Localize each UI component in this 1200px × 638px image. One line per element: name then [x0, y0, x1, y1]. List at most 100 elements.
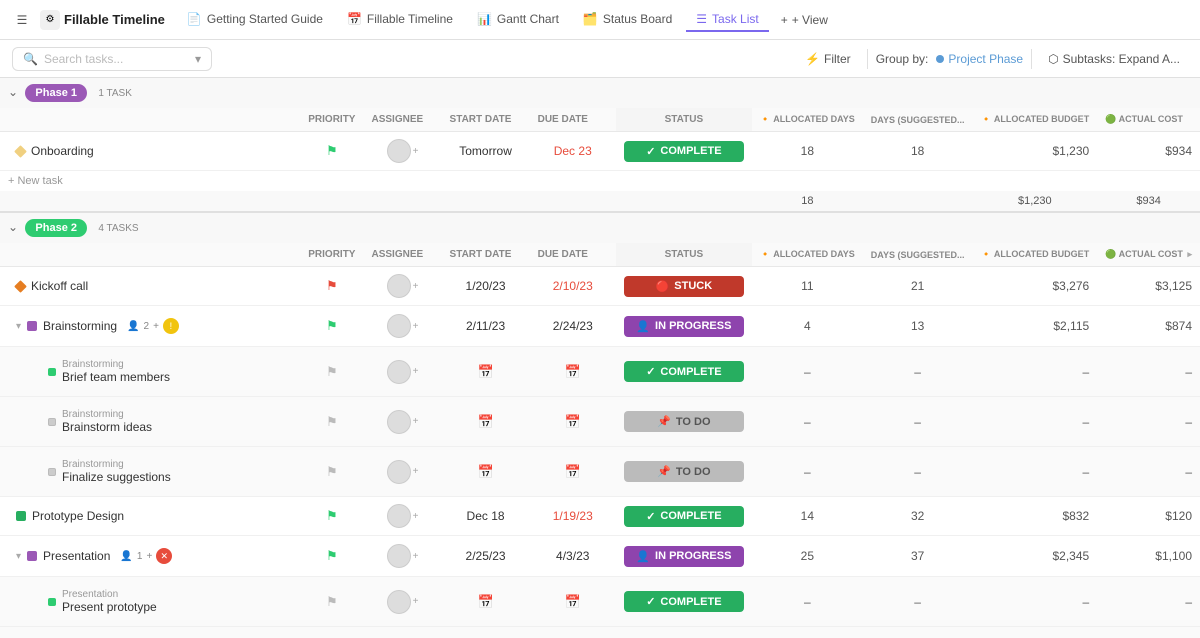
assignee-cell[interactable]: + — [363, 397, 441, 447]
status-cell[interactable]: ✓ COMPLETE — [616, 627, 752, 638]
assignee-cell[interactable]: + — [363, 447, 441, 497]
priority-cell[interactable]: ⚑ — [300, 577, 363, 627]
search-dropdown-icon[interactable]: ▾ — [195, 52, 201, 66]
col-allocated-budget: 🔸 ALLOCATED BUDGET — [972, 108, 1097, 132]
status-cell[interactable]: 📌 TO DO — [616, 397, 752, 447]
assignee-cell[interactable]: + — [363, 306, 441, 347]
due-date-cell[interactable]: 2/10/23 — [530, 267, 616, 306]
priority-flag: ⚑ — [326, 364, 338, 379]
tab-status-board[interactable]: 🗂️ Status Board — [573, 8, 682, 32]
search-box[interactable]: 🔍 Search tasks... ▾ — [12, 47, 212, 71]
add-assignee[interactable]: + — [413, 281, 419, 292]
tab-fillable-timeline[interactable]: 📅 Fillable Timeline — [337, 8, 463, 32]
task-dot — [48, 368, 56, 376]
add-assignee[interactable]: + — [413, 366, 419, 377]
priority-flag: ⚑ — [326, 318, 338, 333]
status-cell[interactable]: 🔴 STUCK — [616, 267, 752, 306]
assignee-cell[interactable]: + — [363, 132, 441, 171]
phase1-summary-cost: $934 — [1097, 191, 1200, 212]
due-date-cell[interactable]: 📅 — [530, 627, 616, 638]
start-date-cell[interactable]: 📅 — [442, 347, 530, 397]
due-date-cell[interactable]: 📅 — [530, 447, 616, 497]
status-icon: ✓ — [646, 365, 655, 378]
add-view-button[interactable]: + + View — [773, 9, 836, 31]
task-dot — [48, 598, 56, 606]
due-date-cell[interactable]: 📅 — [530, 397, 616, 447]
status-cell[interactable]: 👤 IN PROGRESS — [616, 536, 752, 577]
priority-cell[interactable]: ⚑ — [300, 447, 363, 497]
due-date-cell[interactable]: 2/24/23 — [530, 306, 616, 347]
due-date-cell[interactable]: 📅 — [530, 347, 616, 397]
assignee-cell[interactable]: + — [363, 536, 441, 577]
phase2-group: ⌄ Phase 2 4 TASKS PRIORITY ASSIGNEE STAR… — [0, 212, 1200, 638]
status-cell[interactable]: 📌 TO DO — [616, 447, 752, 497]
status-cell[interactable]: ✓ COMPLETE — [616, 347, 752, 397]
add-assignee[interactable]: + — [413, 511, 419, 522]
priority-cell[interactable]: ⚑ — [300, 347, 363, 397]
add-assignee[interactable]: + — [413, 321, 419, 332]
start-date-cell[interactable]: 📅 — [442, 577, 530, 627]
new-task-row[interactable]: + New task — [0, 171, 1200, 192]
avatar — [387, 504, 411, 528]
start-date-cell[interactable]: Tomorrow — [442, 132, 530, 171]
due-date-cell[interactable]: Dec 23 — [530, 132, 616, 171]
tab-getting-started[interactable]: 📄 Getting Started Guide — [177, 8, 333, 32]
task-name-cell: Onboarding — [0, 132, 300, 171]
priority-cell[interactable]: ⚑ — [300, 132, 363, 171]
priority-cell[interactable]: ⚑ — [300, 627, 363, 638]
phase1-summary-days: 18 — [752, 191, 863, 212]
col-cost2: 🟢 ACTUAL COST ▸ — [1097, 243, 1200, 267]
assignee-cell[interactable]: + — [363, 497, 441, 536]
assignee-cell[interactable]: + — [363, 347, 441, 397]
due-date-cell[interactable]: 1/19/23 — [530, 497, 616, 536]
priority-cell[interactable]: ⚑ — [300, 267, 363, 306]
phase1-header-cell: ⌄ Phase 1 1 TASK — [0, 78, 1200, 108]
priority-cell[interactable]: ⚑ — [300, 497, 363, 536]
assignee-cell[interactable]: + — [363, 577, 441, 627]
phase1-expand[interactable]: ⌄ — [8, 85, 18, 99]
days-suggested-cell: 18 — [863, 132, 973, 171]
due-date-cell[interactable]: 4/3/23 — [530, 536, 616, 577]
tab-task-list[interactable]: ☰ Task List — [686, 8, 768, 32]
priority-cell[interactable]: ⚑ — [300, 397, 363, 447]
task-name: Prototype Design — [32, 509, 124, 523]
add-assignee[interactable]: + — [413, 596, 419, 607]
phase2-expand[interactable]: ⌄ — [8, 220, 18, 234]
add-assignee[interactable]: + — [413, 551, 419, 562]
status-cell[interactable]: ✓ COMPLETE — [616, 577, 752, 627]
status-icon: 📌 — [657, 465, 671, 478]
start-date-cell[interactable]: 📅 — [442, 447, 530, 497]
assignee-cell[interactable]: + — [363, 267, 441, 306]
task-name: Presentation — [43, 549, 110, 563]
new-task-label[interactable]: + New task — [0, 171, 1200, 192]
col-priority2: PRIORITY — [300, 243, 363, 267]
menu-button[interactable]: ☰ — [8, 6, 36, 34]
start-date-cell[interactable]: 1/20/23 — [442, 267, 530, 306]
priority-flag: ⚑ — [326, 594, 338, 609]
group-by-value[interactable]: Project Phase — [936, 52, 1023, 66]
start-date-cell[interactable]: 2/11/23 — [442, 306, 530, 347]
phase1-badge[interactable]: Phase 1 — [25, 84, 87, 102]
priority-cell[interactable]: ⚑ — [300, 306, 363, 347]
priority-cell[interactable]: ⚑ — [300, 536, 363, 577]
status-cell[interactable]: 👤 IN PROGRESS — [616, 306, 752, 347]
collapse-icon[interactable]: ▾ — [16, 551, 21, 562]
tab-gantt-chart[interactable]: 📊 Gantt Chart — [467, 8, 569, 32]
subtasks-button[interactable]: ⬡ Subtasks: Expand A... — [1040, 48, 1188, 70]
add-assignee[interactable]: + — [413, 146, 419, 157]
status-cell[interactable]: ✓ COMPLETE — [616, 132, 752, 171]
collapse-icon[interactable]: ▾ — [16, 321, 21, 332]
start-date-cell[interactable]: 2/25/23 — [442, 536, 530, 577]
avatar — [387, 544, 411, 568]
add-assignee[interactable]: + — [413, 466, 419, 477]
start-date-cell[interactable]: 📅 — [442, 397, 530, 447]
start-date-cell[interactable]: 📅 — [442, 627, 530, 638]
due-date-cell[interactable]: 📅 — [530, 577, 616, 627]
task-name-cell: Brainstorming Brainstorm ideas — [0, 397, 300, 447]
add-assignee[interactable]: + — [413, 416, 419, 427]
phase2-badge[interactable]: Phase 2 — [25, 219, 87, 237]
status-cell[interactable]: ✓ COMPLETE — [616, 497, 752, 536]
filter-button[interactable]: ⚡ Filter — [797, 48, 859, 70]
assignee-cell[interactable]: + — [363, 627, 441, 638]
start-date-cell[interactable]: Dec 18 — [442, 497, 530, 536]
